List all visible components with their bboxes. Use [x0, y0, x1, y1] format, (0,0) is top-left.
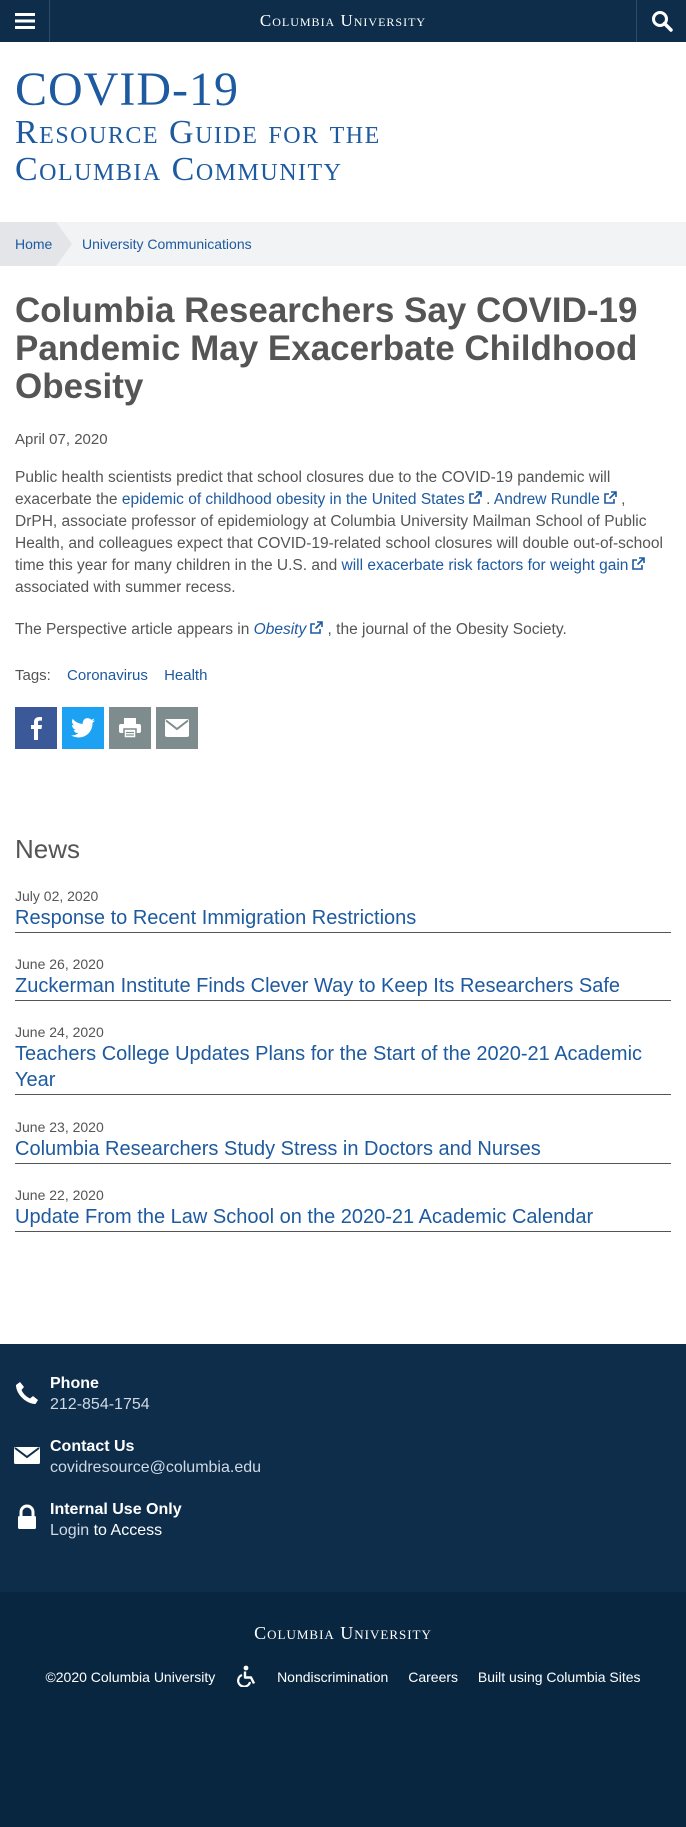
news-heading: News [15, 834, 81, 864]
built-using-link[interactable]: Built using Columbia Sites [478, 1669, 641, 1685]
article-date: April 07, 2020 [15, 431, 108, 448]
news-date: July 02, 2020 [15, 888, 99, 904]
login-line: Login to Access [50, 1520, 182, 1541]
accessibility-icon [237, 1665, 256, 1688]
tag-coronavirus[interactable]: Coronavirus [67, 667, 148, 684]
lock-icon [18, 1504, 36, 1529]
print-icon [119, 718, 141, 738]
copyright: ©2020 Columbia University [45, 1669, 216, 1685]
p1-text-b: . [486, 491, 491, 508]
bottom-footer: Columbia University ©2020 Columbia Unive… [0, 1592, 686, 1827]
external-link-icon [632, 557, 646, 570]
nondiscrimination-link[interactable]: Nondiscrimination [277, 1669, 388, 1685]
footer-links: ©2020 Columbia University Nondiscriminat… [0, 1665, 686, 1688]
phone-value[interactable]: 212-854-1754 [50, 1394, 150, 1415]
tag-health[interactable]: Health [164, 667, 207, 684]
internal-label: Internal Use Only [50, 1501, 182, 1518]
news-date: June 23, 2020 [15, 1119, 104, 1135]
p2-text-a: The Perspective article appears in [15, 621, 250, 638]
p2-text-b: , the journal of the Obesity Society. [327, 621, 567, 638]
news-item[interactable]: June 22, 2020 Update From the Law School… [15, 1186, 671, 1232]
p1-text-d: associated with summer recess. [15, 579, 236, 596]
login-link[interactable]: Login [50, 1522, 89, 1539]
site-title-line1: COVID-19 [15, 63, 239, 116]
article-title: Columbia Researchers Say COVID-19 Pandem… [15, 291, 638, 406]
link-weight-gain[interactable]: will exacerbate risk factors for weight … [342, 557, 646, 574]
breadcrumb: Home University Communications [0, 222, 686, 266]
link-weight-gain-label: will exacerbate risk factors for weight … [341, 557, 629, 574]
careers-link[interactable]: Careers [408, 1669, 458, 1685]
external-link-icon [310, 621, 324, 634]
link-andrew-rundle-label: Andrew Rundle [493, 491, 600, 508]
news-item[interactable]: June 24, 2020 Teachers College Updates P… [15, 1023, 671, 1095]
site-title-line2: Resource Guide for the [15, 114, 381, 151]
news-title[interactable]: Columbia Researchers Study Stress in Doc… [15, 1136, 671, 1163]
news-title[interactable]: Zuckerman Institute Finds Clever Way to … [15, 973, 671, 1000]
breadcrumb-home[interactable]: Home [0, 222, 72, 266]
top-bar: Columbia University [0, 0, 686, 42]
facebook-icon [31, 717, 42, 740]
news-date: June 24, 2020 [15, 1024, 104, 1040]
university-brand[interactable]: Columbia University [0, 11, 686, 31]
share-print-button[interactable] [109, 707, 151, 749]
link-obesity-journal[interactable]: Obesity [254, 621, 324, 638]
news-item[interactable]: June 26, 2020 Zuckerman Institute Finds … [15, 955, 671, 1001]
email-icon [165, 719, 189, 737]
link-andrew-rundle[interactable]: Andrew Rundle [494, 491, 617, 508]
news-item[interactable]: June 23, 2020 Columbia Researchers Study… [15, 1118, 671, 1164]
phone-block: Phone 212-854-1754 [50, 1373, 150, 1415]
breadcrumb-home-label: Home [15, 236, 53, 252]
news-title[interactable]: Response to Recent Immigration Restricti… [15, 905, 671, 932]
site-title[interactable]: COVID-19 Resource Guide for the Columbia… [15, 63, 381, 189]
share-email-button[interactable] [156, 707, 198, 749]
contact-label: Contact Us [50, 1438, 135, 1455]
link-obesity-journal-label: Obesity [253, 621, 307, 638]
news-item[interactable]: July 02, 2020 Response to Recent Immigra… [15, 887, 671, 933]
phone-label: Phone [50, 1375, 99, 1392]
link-childhood-obesity-label: epidemic of childhood obesity in the Uni… [121, 491, 465, 508]
news-title[interactable]: Teachers College Updates Plans for the S… [15, 1041, 671, 1094]
accessibility-link[interactable] [235, 1665, 257, 1688]
envelope-icon [14, 1447, 40, 1464]
news-date: June 26, 2020 [15, 956, 104, 972]
contact-block: Contact Us covidresource@columbia.edu [50, 1436, 261, 1478]
external-link-icon [604, 491, 617, 504]
news-date: June 22, 2020 [15, 1187, 104, 1203]
external-link-icon [468, 491, 482, 504]
tags: Tags: Coronavirus Health [15, 667, 207, 684]
article-paragraph-2: The Perspective article appears in Obesi… [15, 619, 665, 641]
search-icon [651, 11, 673, 32]
share-facebook-button[interactable] [15, 707, 57, 749]
tags-label: Tags: [15, 667, 51, 684]
login-suffix: to Access [93, 1522, 163, 1539]
article-paragraph-1: Public health scientists predict that sc… [15, 467, 665, 599]
footer-brand[interactable]: Columbia University [0, 1623, 686, 1644]
news-title[interactable]: Update From the Law School on the 2020-2… [15, 1204, 671, 1231]
twitter-icon [71, 718, 95, 738]
internal-block: Internal Use Only Login to Access [50, 1499, 182, 1541]
site-title-line3: Columbia Community [15, 151, 343, 188]
link-childhood-obesity[interactable]: epidemic of childhood obesity in the Uni… [122, 491, 482, 508]
share-twitter-button[interactable] [62, 707, 104, 749]
contact-email[interactable]: covidresource@columbia.edu [50, 1457, 261, 1478]
phone-icon [16, 1382, 38, 1404]
search-button[interactable] [636, 0, 686, 42]
breadcrumb-current[interactable]: University Communications [82, 236, 252, 252]
contact-footer: Phone 212-854-1754 Contact Us covidresou… [0, 1344, 686, 1592]
